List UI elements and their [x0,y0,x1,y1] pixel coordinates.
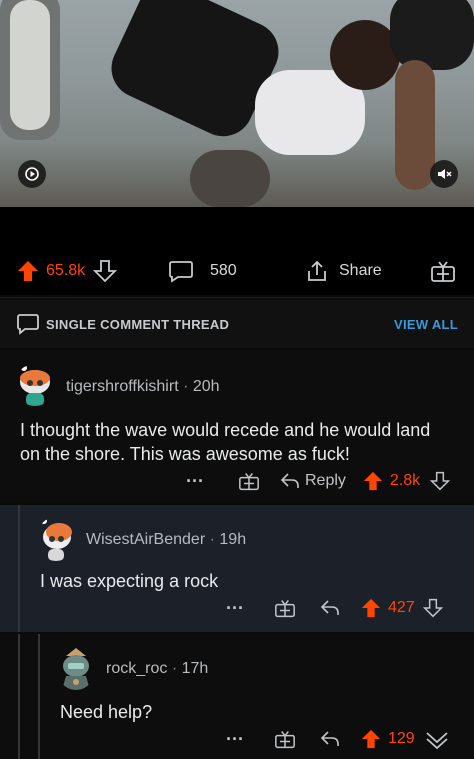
reply-label: Reply [304,472,346,489]
comment-actions: ··· Reply 2.8k [186,470,451,492]
upvote-button[interactable] [362,470,384,492]
upvote-arrow-icon [361,598,381,618]
speaker-muted-icon [438,169,452,179]
author-name[interactable]: rock_roc [106,660,167,677]
mute-button[interactable] [430,160,458,188]
comment-time: 19h [219,531,247,548]
video-logo-button[interactable] [18,160,46,188]
comment-reply: rock_roc · 17h Need help? ··· 129 [0,634,474,759]
upvote-button[interactable] [16,259,40,283]
comments-button[interactable]: 580 [168,259,237,283]
comment-time: 17h [181,660,209,677]
avatar[interactable] [36,517,76,561]
reply-button[interactable] [320,730,340,748]
comment-bubble-icon [169,261,193,283]
spacer [0,207,474,247]
comment-actions: ··· 129 [226,728,449,750]
gift-award-icon [239,473,259,491]
comment-body: I was expecting a rock [40,571,219,591]
gift-award-icon [275,600,295,618]
snoo-avatar-icon [20,365,50,406]
comment-score: 427 [387,599,415,616]
upvote-button[interactable] [360,597,382,619]
upvote-group: 65.8k [16,259,118,283]
view-all-link[interactable]: VIEW ALL [394,317,458,332]
author-name[interactable]: tigershroffkishirt [66,378,179,395]
upvote-button[interactable] [360,728,382,750]
comment-score: 129 [387,730,415,747]
comment-meta: WisestAirBender · 19h [86,531,247,548]
thread-bar: SINGLE COMMENT THREAD VIEW ALL [0,300,474,348]
collapse-button[interactable] [425,729,449,749]
avatar[interactable] [14,364,56,406]
divider [0,297,474,298]
thread-line [38,634,40,759]
thread-bubble-icon [16,312,40,336]
post-action-bar: 65.8k 580 Share [0,247,474,295]
reply-button[interactable]: Reply [280,472,346,490]
downvote-arrow-icon [422,598,443,618]
author-name[interactable]: WisestAirBender [86,531,205,548]
comment-actions: ··· 427 [226,597,443,619]
comment-body: I thought the wave would recede and he w… [20,420,431,464]
gift-award-icon [275,731,295,749]
award-button[interactable] [274,729,296,749]
share-button[interactable]: Share [305,259,382,283]
comment: tigershroffkishirt · 20h I thought the w… [0,350,474,503]
thread-line [18,634,20,759]
avatar[interactable] [56,646,96,690]
play-badge-icon [25,167,39,181]
comment-body: Need help? [60,702,153,722]
comment-reply: WisestAirBender · 19h I was expecting a … [0,505,474,632]
chevron-down-icon [426,732,448,749]
more-button[interactable]: ··· [226,598,244,619]
reply-arrow-icon [320,731,339,746]
award-button[interactable] [274,598,296,618]
comment-time: 20h [192,378,220,395]
snoo-avatar-icon [41,518,72,561]
more-button[interactable]: ··· [226,729,244,750]
upvote-arrow-icon [361,729,381,749]
gift-award-icon [431,261,455,282]
reply-button[interactable] [320,599,340,617]
share-icon [308,260,326,281]
upvote-arrow-icon [363,471,383,491]
share-label: Share [339,262,382,279]
upvote-count: 65.8k [46,262,86,279]
downvote-button[interactable] [93,259,118,283]
comment-meta: rock_roc · 17h [106,660,209,677]
downvote-arrow-icon [430,471,451,491]
comment-count: 580 [210,262,237,279]
video-player[interactable] [0,0,474,207]
comment-meta: tigershroffkishirt · 20h [66,378,220,395]
snoo-avatar-icon [62,648,90,690]
upvote-arrow-icon [18,261,38,281]
downvote-button[interactable] [422,598,443,618]
thread-line [18,505,20,632]
comment-score: 2.8k [389,472,421,489]
reply-arrow-icon [280,473,299,488]
award-button[interactable] [430,259,456,283]
more-button[interactable]: ··· [186,471,204,492]
downvote-arrow-icon [93,260,118,283]
award-button[interactable] [238,471,260,491]
thread-label: SINGLE COMMENT THREAD [46,317,230,332]
reply-arrow-icon [320,600,339,615]
downvote-button[interactable] [430,471,451,491]
